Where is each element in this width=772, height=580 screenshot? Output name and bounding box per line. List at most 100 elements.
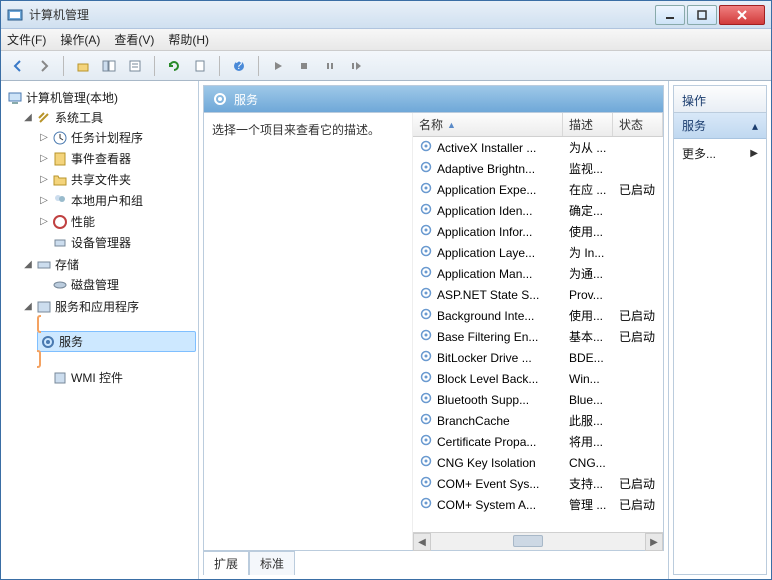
service-list[interactable]: ActiveX Installer ...为从 ...Adaptive Brig… <box>413 137 663 532</box>
expand-icon[interactable]: ▷ <box>39 133 49 143</box>
service-row[interactable]: Application Iden...确定... <box>413 200 663 221</box>
service-row[interactable]: COM+ Event Sys...支持...已启动 <box>413 473 663 494</box>
service-name: COM+ Event Sys... <box>413 475 563 492</box>
actions-section[interactable]: 服务 ▴ <box>674 113 766 139</box>
storage-icon <box>36 257 52 273</box>
menubar: 文件(F) 操作(A) 查看(V) 帮助(H) <box>1 29 771 51</box>
service-desc: 为 In... <box>563 244 613 261</box>
service-desc: 监视... <box>563 160 613 177</box>
tree-root[interactable]: 计算机管理(本地) <box>5 88 196 107</box>
service-desc: 此服... <box>563 412 613 429</box>
refresh-button[interactable] <box>163 55 185 77</box>
computer-icon <box>7 90 23 106</box>
menu-file[interactable]: 文件(F) <box>7 31 46 48</box>
service-row[interactable]: Application Infor...使用... <box>413 221 663 242</box>
maximize-button[interactable] <box>687 5 717 25</box>
gear-icon <box>419 328 433 345</box>
column-desc[interactable]: 描述 <box>563 113 613 136</box>
service-desc: 为从 ... <box>563 139 613 156</box>
up-button[interactable] <box>72 55 94 77</box>
gear-icon <box>419 307 433 324</box>
collapse-icon[interactable]: ◢ <box>23 302 33 312</box>
gear-icon <box>419 433 433 450</box>
gear-icon <box>419 244 433 261</box>
expand-icon[interactable]: ▷ <box>39 196 49 206</box>
scroll-left-icon[interactable]: ◀ <box>413 533 431 551</box>
service-row[interactable]: COM+ System A...管理 ...已启动 <box>413 494 663 515</box>
collapse-icon[interactable]: ◢ <box>23 260 33 270</box>
restart-button[interactable] <box>345 55 367 77</box>
show-hide-tree-button[interactable] <box>98 55 120 77</box>
column-status[interactable]: 状态 <box>613 113 663 136</box>
pause-button[interactable] <box>319 55 341 77</box>
service-name: Application Expe... <box>413 181 563 198</box>
service-row[interactable]: Background Inte...使用...已启动 <box>413 305 663 326</box>
scroll-right-icon[interactable]: ▶ <box>645 533 663 551</box>
tree-device-manager[interactable]: 设备管理器 <box>37 233 196 252</box>
tree-services-apps[interactable]: ◢服务和应用程序 <box>21 297 196 316</box>
service-row[interactable]: Application Laye...为 In... <box>413 242 663 263</box>
menu-view[interactable]: 查看(V) <box>114 31 154 48</box>
tree-pane[interactable]: 计算机管理(本地) ◢系统工具 ▷任务计划程序 ▷事件查看器 ▷共享文件夹 ▷本… <box>1 81 199 579</box>
play-button[interactable] <box>267 55 289 77</box>
wmi-icon <box>52 370 68 386</box>
menu-action[interactable]: 操作(A) <box>60 31 100 48</box>
close-button[interactable] <box>719 5 765 25</box>
service-row[interactable]: CNG Key IsolationCNG... <box>413 452 663 473</box>
scrollbar-thumb[interactable] <box>513 535 543 547</box>
minimize-button[interactable] <box>655 5 685 25</box>
service-row[interactable]: Application Man...为通... <box>413 263 663 284</box>
tree-disk-management[interactable]: 磁盘管理 <box>37 275 196 294</box>
tree-shared-folders[interactable]: ▷共享文件夹 <box>37 170 196 189</box>
service-row[interactable]: Block Level Back...Win... <box>413 368 663 389</box>
help-button[interactable]: ? <box>228 55 250 77</box>
forward-button[interactable] <box>33 55 55 77</box>
tab-standard[interactable]: 标准 <box>249 551 295 575</box>
service-desc: 在应 ... <box>563 181 613 198</box>
service-desc: Blue... <box>563 393 613 407</box>
stop-button[interactable] <box>293 55 315 77</box>
service-desc: BDE... <box>563 351 613 365</box>
tab-extended[interactable]: 扩展 <box>203 551 249 575</box>
expand-icon[interactable]: ▷ <box>39 154 49 164</box>
service-desc: Win... <box>563 372 613 386</box>
tree-performance[interactable]: ▷性能 <box>37 212 196 231</box>
service-row[interactable]: ActiveX Installer ...为从 ... <box>413 137 663 158</box>
tree-task-scheduler[interactable]: ▷任务计划程序 <box>37 128 196 147</box>
titlebar[interactable]: 计算机管理 <box>1 1 771 29</box>
service-row[interactable]: Application Expe...在应 ...已启动 <box>413 179 663 200</box>
service-name: ASP.NET State S... <box>413 286 563 303</box>
expand-icon[interactable]: ▷ <box>39 217 49 227</box>
tree-wmi[interactable]: WMI 控件 <box>37 368 196 387</box>
back-button[interactable] <box>7 55 29 77</box>
gear-icon <box>419 391 433 408</box>
service-row[interactable]: Adaptive Brightn...监视... <box>413 158 663 179</box>
service-row[interactable]: Base Filtering En...基本...已启动 <box>413 326 663 347</box>
actions-header: 操作 <box>673 85 767 113</box>
tree-event-viewer[interactable]: ▷事件查看器 <box>37 149 196 168</box>
service-row[interactable]: Bluetooth Supp...Blue... <box>413 389 663 410</box>
service-name: ActiveX Installer ... <box>413 139 563 156</box>
tree-local-users[interactable]: ▷本地用户和组 <box>37 191 196 210</box>
service-row[interactable]: Certificate Propa...将用... <box>413 431 663 452</box>
export-button[interactable] <box>189 55 211 77</box>
tree-system-tools[interactable]: ◢系统工具 <box>21 108 196 127</box>
tree-storage[interactable]: ◢存储 <box>21 255 196 274</box>
service-row[interactable]: BranchCache此服... <box>413 410 663 431</box>
svg-text:?: ? <box>236 59 243 72</box>
service-row[interactable]: BitLocker Drive ...BDE... <box>413 347 663 368</box>
expand-icon[interactable]: ▷ <box>39 175 49 185</box>
horizontal-scrollbar[interactable]: ◀ ▶ <box>413 532 663 550</box>
gear-icon <box>419 454 433 471</box>
collapse-icon[interactable]: ◢ <box>23 113 33 123</box>
service-desc: 管理 ... <box>563 496 613 513</box>
service-status: 已启动 <box>613 496 663 513</box>
service-desc: Prov... <box>563 288 613 302</box>
menu-help[interactable]: 帮助(H) <box>168 31 209 48</box>
column-name[interactable]: 名称▲ <box>413 113 563 136</box>
action-more[interactable]: 更多... ▶ <box>674 139 766 168</box>
tree-services[interactable]: 服务 <box>37 331 196 352</box>
properties-button[interactable] <box>124 55 146 77</box>
service-name: Application Iden... <box>413 202 563 219</box>
service-row[interactable]: ASP.NET State S...Prov... <box>413 284 663 305</box>
